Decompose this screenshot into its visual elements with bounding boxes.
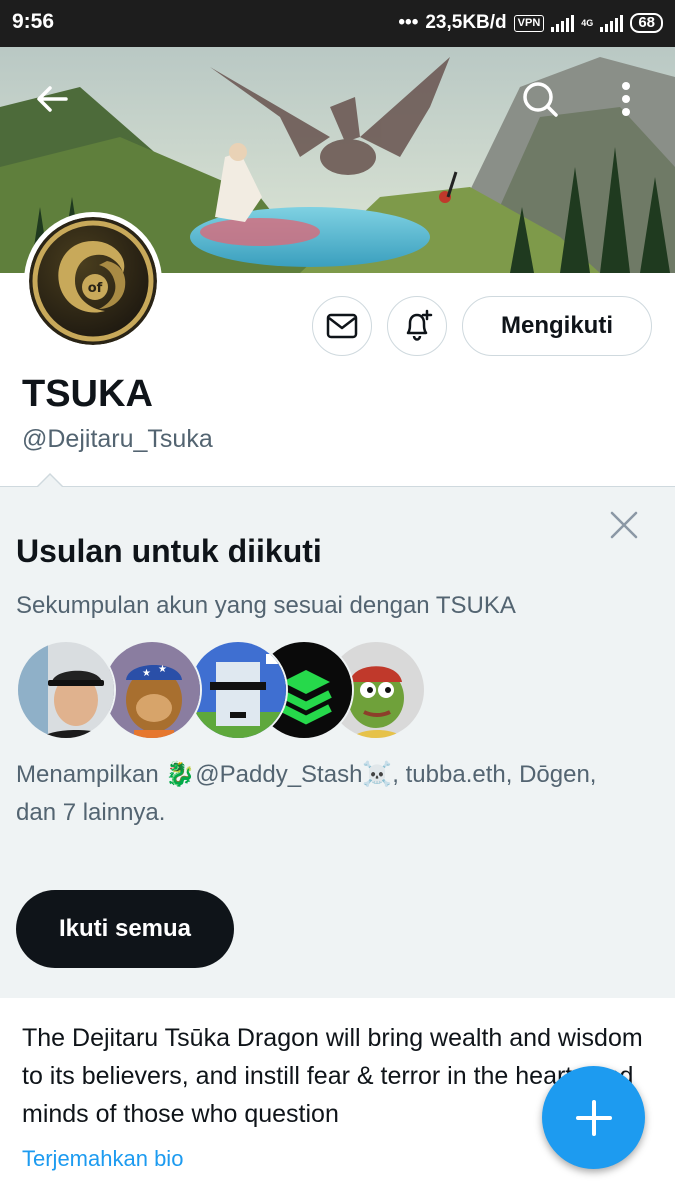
network-type: 4G	[581, 17, 594, 28]
plus-icon	[575, 1099, 612, 1136]
compose-tweet-button[interactable]	[542, 1066, 645, 1169]
search-icon	[523, 82, 558, 117]
bell-plus-icon	[406, 309, 433, 341]
network-speed: 23,5KB/d	[425, 12, 507, 33]
arrow-left-icon	[37, 86, 68, 112]
suggestions-subtitle: Sekumpulan akun yang sesuai dengan TSUKA	[16, 592, 516, 619]
status-indicators: ••• 23,5KB/d VPN 4G 68	[398, 10, 663, 36]
pixel-punk-avatar	[188, 640, 288, 740]
back-button[interactable]	[22, 69, 82, 129]
follow-all-button[interactable]: Ikuti semua	[16, 890, 234, 968]
vpn-badge: VPN	[513, 14, 545, 32]
suggestions-title: Usulan untuk diikuti	[16, 533, 322, 569]
suggestions-description: Menampilkan 🐉@Paddy_Stash☠️, tubba.eth, …	[16, 761, 597, 826]
svg-text:of: of	[88, 281, 103, 296]
signal-icon-2	[600, 14, 624, 32]
translate-bio-link[interactable]: Terjemahkan bio	[22, 1146, 183, 1172]
panel-pointer	[36, 473, 64, 488]
message-button[interactable]	[312, 296, 372, 356]
avatar-image: of	[29, 217, 157, 345]
profile-name: TSUKA	[22, 373, 153, 415]
tsuka-logo-icon: of	[29, 217, 157, 345]
dots-icon: •••	[398, 12, 419, 33]
bored-ape-avatar: ★ ★	[102, 640, 202, 740]
profile-handle: @Dejitaru_Tsuka	[22, 425, 213, 453]
battery-indicator: 68	[630, 13, 663, 33]
dismiss-suggestions-button[interactable]	[604, 505, 644, 545]
more-options-button[interactable]	[596, 69, 656, 129]
status-time: 9:56	[12, 10, 55, 33]
close-icon	[610, 511, 638, 539]
man-in-cap-avatar	[16, 640, 116, 740]
signal-icon	[551, 14, 575, 32]
notifications-button[interactable]	[387, 296, 447, 356]
search-button[interactable]	[510, 69, 570, 129]
profile-avatar[interactable]: of	[24, 212, 162, 350]
svg-text:★: ★	[158, 664, 167, 675]
more-vertical-icon	[622, 82, 630, 116]
envelope-icon	[326, 313, 358, 339]
suggested-avatars[interactable]: ★ ★	[16, 640, 436, 740]
following-button[interactable]: Mengikuti	[462, 296, 652, 356]
status-bar: 9:56 ••• 23,5KB/d VPN 4G 68	[0, 0, 675, 47]
svg-text:★: ★	[142, 668, 151, 679]
